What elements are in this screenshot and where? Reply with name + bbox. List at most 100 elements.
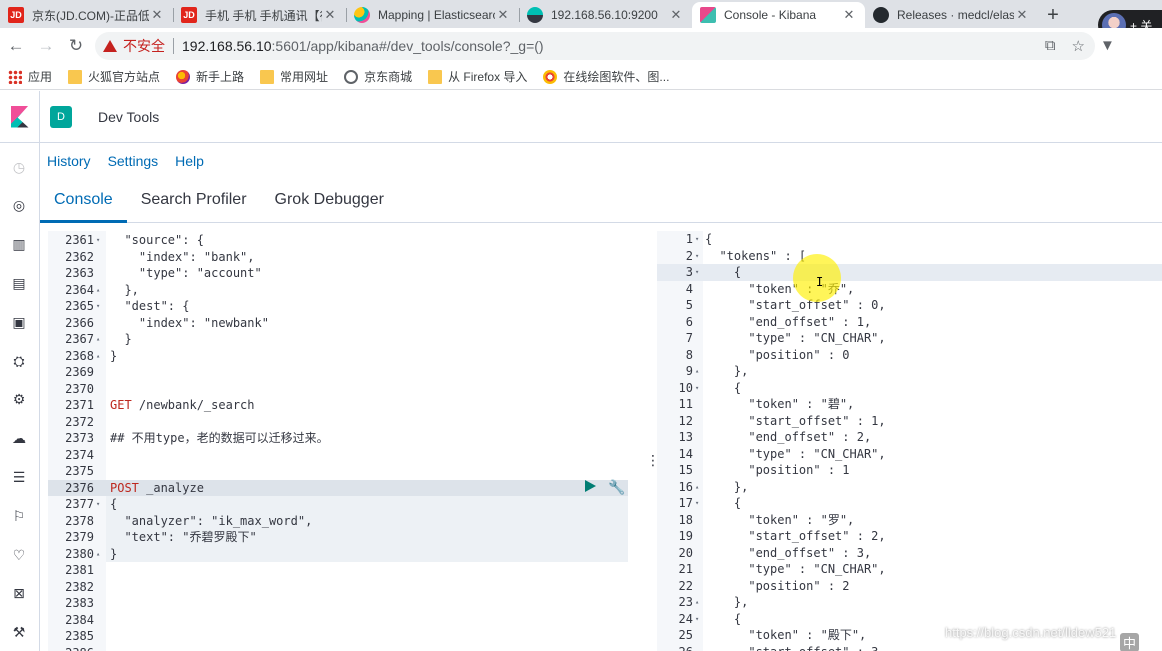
fold-up-icon[interactable]: ▴ (96, 282, 100, 299)
fold-up-icon[interactable]: ▴ (96, 546, 100, 563)
code-text: "end_offset" : 1, (705, 314, 872, 329)
code-line: 2383 (48, 595, 628, 612)
devtools-icon[interactable]: ⚒ (10, 624, 28, 642)
apm-icon[interactable]: ⚐ (10, 507, 28, 525)
fold-up-icon[interactable]: ▴ (695, 363, 699, 380)
canvas-icon[interactable]: ▣ (10, 313, 28, 331)
line-number: 18 (678, 512, 693, 527)
clock-icon[interactable]: ◷ (10, 158, 28, 176)
bookmark-item[interactable]: 在线绘图软件、图... (543, 68, 669, 85)
fold-down-icon[interactable]: ▾ (695, 611, 699, 628)
translate-icon[interactable]: ⧉ (1045, 37, 1056, 55)
line-number: 24 (678, 611, 693, 626)
visualize-icon[interactable]: ▥ (10, 236, 28, 254)
close-icon[interactable]: ✕ (841, 7, 857, 23)
maps-icon[interactable]: ⛭ (10, 352, 28, 370)
close-icon[interactable]: ✕ (149, 7, 165, 23)
bookmark-item[interactable]: 常用网址 (260, 68, 328, 85)
code-line: 5 "start_offset" : 0, (657, 297, 1162, 314)
code-line: 2364 ▴ }, (48, 282, 628, 299)
fold-up-icon[interactable]: ▴ (96, 348, 100, 365)
code-line: 2365 ▾ "dest": { (48, 298, 628, 315)
infra-icon[interactable]: ☁ (10, 430, 28, 448)
new-tab-button[interactable]: + (1038, 2, 1068, 28)
close-icon[interactable]: ✕ (495, 7, 511, 23)
fold-up-icon[interactable]: ▴ (96, 331, 100, 348)
browser-tab[interactable]: JD 京东(JD.COM)-正品低价 ✕ (0, 2, 173, 28)
tab-search-profiler[interactable]: Search Profiler (127, 178, 261, 222)
bookmark-item[interactable]: 京东商城 (344, 68, 412, 85)
code-line: 2385 (48, 628, 628, 645)
uptime-icon[interactable]: ♡ (10, 546, 28, 564)
code-text: "position" : 0 (705, 347, 850, 362)
fold-down-icon[interactable]: ▾ (96, 298, 100, 315)
fold-up-icon[interactable]: ▴ (695, 594, 699, 611)
bookmark-item[interactable]: 从 Firefox 导入 (428, 68, 527, 85)
send-request-button[interactable] (585, 480, 596, 492)
kibana-logo[interactable] (0, 90, 40, 143)
code-text: "dest": { (110, 299, 190, 313)
ml-icon[interactable]: ⚙ (10, 391, 28, 409)
line-number: 2377 (65, 497, 94, 511)
space-selector[interactable]: D (50, 105, 72, 128)
response-editor[interactable]: 1 ▾{2 ▾ "tokens" : [3 ▾ {4 "token" : "乔", 5 … (657, 231, 1162, 651)
fold-down-icon[interactable]: ▾ (695, 380, 699, 397)
line-number: 2369 (65, 365, 94, 379)
tab-title: Console - Kibana (724, 8, 817, 22)
insecure-label[interactable]: 不安全 (123, 36, 165, 56)
code-text: GET /newbank/_search (110, 397, 255, 414)
editor-resizer[interactable]: ⋮ (646, 453, 660, 467)
back-button[interactable]: ← (2, 32, 30, 60)
tab-grok-debugger[interactable]: Grok Debugger (261, 178, 398, 222)
history-link[interactable]: History (47, 153, 91, 169)
fold-down-icon[interactable]: ▾ (96, 232, 100, 249)
fold-down-icon[interactable]: ▾ (695, 264, 699, 281)
ime-indicator[interactable]: 中 (1120, 633, 1140, 651)
security-icon[interactable]: ⊠ (10, 585, 28, 603)
draw-icon (543, 69, 558, 84)
close-icon[interactable]: ✕ (322, 7, 338, 23)
browser-tab[interactable]: Releases · medcl/elasticsearch✕ (865, 2, 1038, 28)
close-icon[interactable]: ✕ (668, 7, 684, 23)
wrench-icon[interactable]: 🔧 (608, 479, 625, 495)
request-editor[interactable]: 2361 ▾ "source": {2362 "index": "bank", 23… (48, 231, 628, 651)
code-line: 13 "end_offset" : 2, (657, 429, 1162, 446)
fold-up-icon[interactable]: ▴ (695, 479, 699, 496)
fold-down-icon[interactable]: ▾ (96, 496, 100, 513)
line-number: 2378 (65, 513, 94, 528)
browser-tab[interactable]: Mapping | Elasticsearch ✕ (346, 2, 519, 28)
code-text: { (705, 265, 742, 279)
code-line: 16 ▴ }, (657, 479, 1162, 496)
dashboard-icon[interactable]: ▤ (10, 274, 28, 292)
bookmark-item[interactable]: 新手上路 (176, 68, 244, 85)
logs-icon[interactable]: ☰ (10, 468, 28, 486)
bookmark-item[interactable]: 应用 (8, 68, 52, 85)
browser-tab[interactable]: JD 手机 手机 手机通讯【行 ✕ (173, 2, 346, 28)
settings-link[interactable]: Settings (108, 153, 159, 169)
apps-grid-icon (8, 69, 22, 84)
code-text: { (705, 380, 742, 395)
browser-tab[interactable]: 192.168.56.10:9200 ✕ (519, 2, 692, 28)
forward-button[interactable]: → (32, 32, 60, 60)
folder-icon (260, 69, 275, 84)
browser-tab[interactable]: Console - Kibana ✕ (692, 2, 865, 28)
line-number: 2361 (65, 233, 94, 247)
watermark: https://blog.csdn.net/lldew521 (945, 625, 1117, 640)
close-icon[interactable]: ✕ (1014, 7, 1030, 23)
code-text: "start_offset" : 0, (705, 298, 886, 312)
code-text: ## 不用type，老的数据可以迁移过来。 (110, 431, 329, 445)
code-line: 21 "type" : "CN_CHAR", (657, 561, 1162, 578)
fold-down-icon[interactable]: ▾ (695, 248, 699, 265)
fold-down-icon[interactable]: ▾ (695, 231, 699, 248)
jd-icon: JD (8, 7, 24, 23)
elasticsearch-icon (354, 7, 370, 23)
fold-down-icon[interactable]: ▾ (695, 495, 699, 512)
star-icon[interactable]: ☆ (1072, 37, 1085, 55)
reload-button[interactable]: ↻ (62, 32, 90, 60)
bookmark-item[interactable]: 火狐官方站点 (68, 68, 160, 85)
tab-console[interactable]: Console (40, 178, 127, 223)
address-bar[interactable]: 不安全 192.168.56.10:5601/app/kibana#/dev_t… (95, 32, 1095, 60)
extension-icon[interactable]: ▼ (1100, 37, 1115, 54)
compass-icon[interactable]: ◎ (10, 197, 28, 215)
help-link[interactable]: Help (175, 153, 204, 169)
